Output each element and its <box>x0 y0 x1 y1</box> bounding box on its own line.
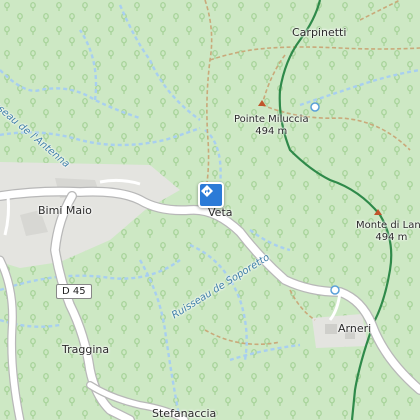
road-shield-d45: D 45 <box>56 284 92 299</box>
peak-name: Monte di Lana <box>356 220 420 231</box>
map-canvas[interactable]: Carpinetti Bimi Maio Veta Arneri Traggin… <box>0 0 420 420</box>
peak-label-monte-di-lana: Monte di Lana 494 m <box>356 220 420 243</box>
peak-label-pointe-miluccia: Pointe Miluccia 494 m <box>234 114 309 137</box>
place-label-bimi-maio: Bimi Maio <box>38 204 92 217</box>
spring-icon <box>310 102 320 112</box>
place-label-traggina: Traggina <box>62 343 110 356</box>
spring-icon <box>330 285 340 295</box>
place-label-arneri: Arneri <box>338 322 372 335</box>
peak-elevation: 494 m <box>375 231 408 243</box>
building <box>325 324 337 334</box>
peak-name: Pointe Miluccia <box>234 114 309 125</box>
place-label-carpinetti: Carpinetti <box>292 26 347 39</box>
place-label-stefanaccia: Stefanaccia <box>152 407 217 420</box>
directions-icon <box>201 185 213 197</box>
peak-elevation: 494 m <box>255 125 288 137</box>
directions-marker[interactable] <box>198 182 224 208</box>
place-label-veta: Veta <box>208 206 233 219</box>
